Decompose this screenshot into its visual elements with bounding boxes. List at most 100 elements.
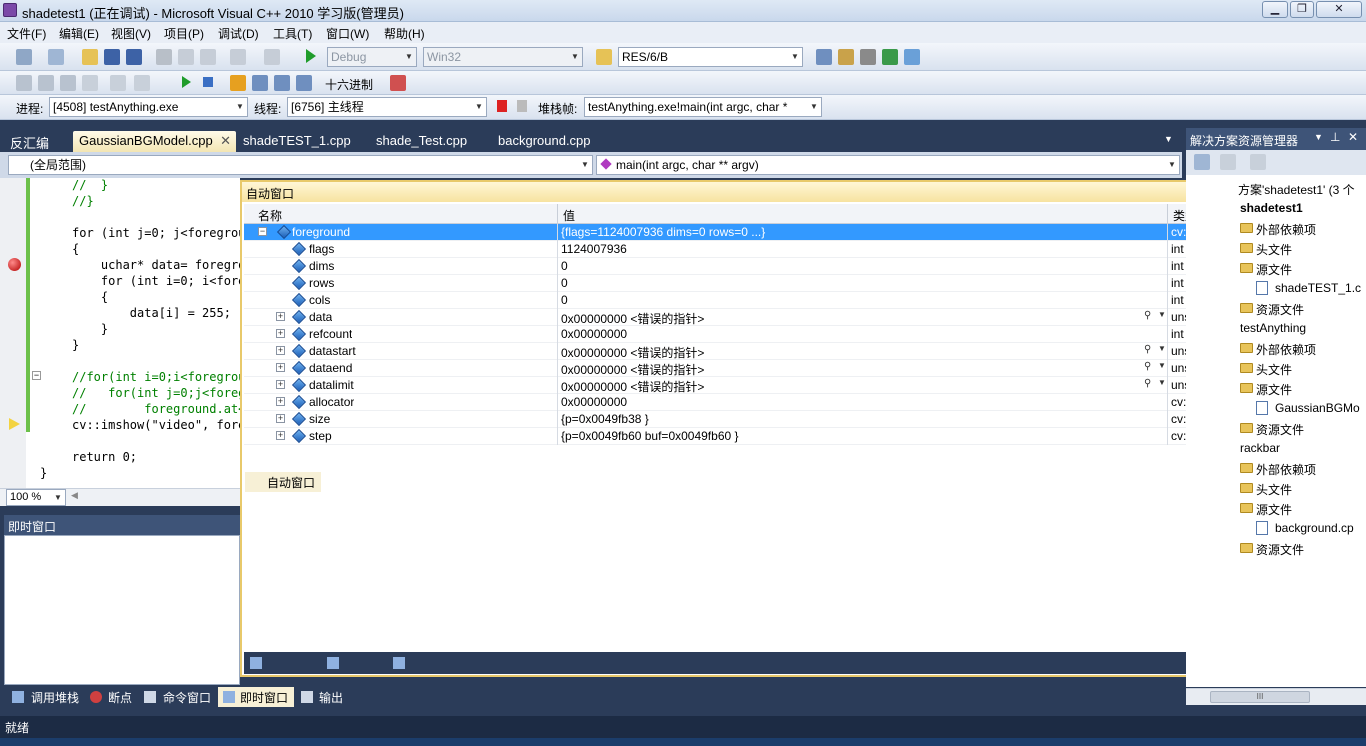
comment-icon[interactable] [110,75,126,91]
step-into-icon[interactable] [38,75,54,91]
close-tab-icon[interactable]: ✕ [220,133,231,149]
step-out-icon[interactable] [82,75,98,91]
expand-icon[interactable]: + [276,329,285,338]
tree-item-file[interactable]: shadeTEST_1.c [1186,279,1366,297]
tree-item-solution[interactable]: 方案'shadetest1' (3 个 [1186,179,1366,197]
visualizer-dropdown-icon[interactable]: ▼ [1158,361,1166,370]
configuration-select[interactable]: Debug ▼ [327,47,417,67]
menu-project[interactable]: 项目(P) [164,25,204,42]
platform-select[interactable]: Win32 ▼ [423,47,583,67]
tree-item-folder[interactable]: 头文件 [1186,359,1366,377]
minimize-button[interactable]: ▁ [1262,1,1288,18]
cut-icon[interactable] [156,49,172,65]
tab-shadetest1[interactable]: shadeTEST_1.cpp [237,131,357,152]
menu-file[interactable]: 文件(F) [7,25,46,42]
step-over-2-icon[interactable] [274,75,290,91]
function-select[interactable]: main(int argc, char ** argv) ▼ [596,155,1180,175]
scope-select[interactable]: (全局范围) ▼ [8,155,593,175]
show-next-icon[interactable] [230,75,246,91]
tree-item-folder[interactable]: 外部依赖项 [1186,339,1366,357]
autos-row[interactable]: +data0x00000000 <错误的指针>⚲▼unsigned [244,309,1218,326]
autos-row[interactable]: +datalimit0x00000000 <错误的指针>⚲▼unsigned [244,377,1218,394]
menu-tools[interactable]: 工具(T) [273,25,312,42]
immediate-window-body[interactable] [4,535,240,685]
tab-autos[interactable]: 自动窗口 [245,472,321,492]
solution-horizontal-scrollbar[interactable]: III [1186,688,1366,705]
visualizer-dropdown-icon[interactable]: ▼ [1158,344,1166,353]
menu-window[interactable]: 窗口(W) [326,25,369,42]
close-button[interactable]: ✕ [1316,1,1362,18]
find-combo[interactable]: RES/6/B ▼ [618,47,803,67]
variable-value[interactable]: 0x00000000 [561,327,1136,341]
autos-row[interactable]: dims 0 int [244,258,1218,275]
expand-icon[interactable]: + [276,431,285,440]
flag-thread-icon[interactable] [497,100,507,112]
magnifier-icon[interactable]: ⚲ [1144,361,1151,372]
add-item-icon[interactable] [48,49,64,65]
new-project-icon[interactable] [16,49,32,65]
pin-icon[interactable]: ⊥ [1330,130,1340,144]
open-file-icon[interactable] [82,49,98,65]
variable-value[interactable]: 0x00000000 [561,395,1136,409]
collapse-icon[interactable]: − [258,227,267,236]
expand-icon[interactable]: + [276,414,285,423]
solution-explorer-icon[interactable] [816,49,832,65]
tab-shade-test[interactable]: shade_Test.cpp [370,131,473,152]
paste-icon[interactable] [200,49,216,65]
hex-display-button[interactable]: 十六进制 [325,76,373,93]
redo-icon[interactable] [264,49,280,65]
autos-row[interactable]: +datastart0x00000000 <错误的指针>⚲▼unsigned [244,343,1218,360]
tree-item-folder[interactable]: 源文件 [1186,499,1366,517]
tab-overflow-icon[interactable]: ▼ [1164,134,1173,144]
save-all-icon[interactable] [126,49,142,65]
expand-icon[interactable]: + [276,363,285,372]
column-name-header[interactable]: 名称 [258,207,282,224]
step-into-2-icon[interactable] [252,75,268,91]
visualizer-dropdown-icon[interactable]: ▼ [1158,310,1166,319]
refresh-icon[interactable] [1250,154,1266,170]
menu-help[interactable]: 帮助(H) [384,25,425,42]
tree-item-folder[interactable]: 外部依赖项 [1186,459,1366,477]
process-select[interactable]: [4508] testAnything.exe ▼ [49,97,248,117]
tree-item-project[interactable]: testAnything [1186,319,1366,337]
breakpoint-window-icon[interactable] [390,75,406,91]
variable-value[interactable]: 0x00000000 <错误的指针> [561,344,1136,361]
class-view-icon[interactable] [904,49,920,65]
autos-row[interactable]: +dataend0x00000000 <错误的指针>⚲▼unsigned [244,360,1218,377]
copy-icon[interactable] [178,49,194,65]
tree-item-folder[interactable]: 资源文件 [1186,419,1366,437]
expand-icon[interactable]: + [276,312,285,321]
variable-value[interactable]: {p=0x0049fb60 buf=0x0049fb60 } [561,429,1136,443]
expand-icon[interactable]: + [276,346,285,355]
tree-item-project[interactable]: shadetest1 [1186,199,1366,217]
expand-icon[interactable]: + [276,380,285,389]
column-value-header[interactable]: 值 [563,207,575,224]
menu-view[interactable]: 视图(V) [111,25,151,42]
tab-watch-1[interactable]: 监视 1 [341,472,383,492]
step-out-2-icon[interactable] [296,75,312,91]
autos-row[interactable]: + refcount 0x00000000 int * [244,326,1218,343]
variable-value[interactable]: 0 [561,293,1136,307]
scroll-thumb[interactable]: III [1210,691,1310,703]
visualizer-dropdown-icon[interactable]: ▼ [1158,378,1166,387]
toolbox-icon[interactable] [860,49,876,65]
tree-item-folder[interactable]: 源文件 [1186,259,1366,277]
tree-item-project[interactable]: rackbar [1186,439,1366,457]
autos-row[interactable]: cols 0 int [244,292,1218,309]
autos-row[interactable]: +allocator0x00000000cv::MatA [244,394,1218,411]
editor-gutter[interactable] [0,178,26,488]
menu-debug[interactable]: 调试(D) [218,25,259,42]
expand-icon[interactable]: + [276,397,285,406]
tab-locals[interactable]: 局部变量 [407,472,463,492]
close-pane-icon[interactable]: ✕ [1348,130,1358,144]
tab-command-window[interactable]: 命令窗口 [159,687,215,707]
tree-item-folder[interactable]: 资源文件 [1186,299,1366,317]
tree-item-folder[interactable]: 头文件 [1186,239,1366,257]
autos-row[interactable]: +step{p=0x0049fb60 buf=0x0049fb60 }cv::M… [244,428,1218,445]
step-over-icon[interactable] [60,75,76,91]
tab-output[interactable]: 输出 [315,687,347,707]
autos-row[interactable]: rows 0 int [244,275,1218,292]
properties-icon[interactable] [838,49,854,65]
variable-value[interactable]: 0x00000000 <错误的指针> [561,378,1136,395]
tree-item-folder[interactable]: 源文件 [1186,379,1366,397]
